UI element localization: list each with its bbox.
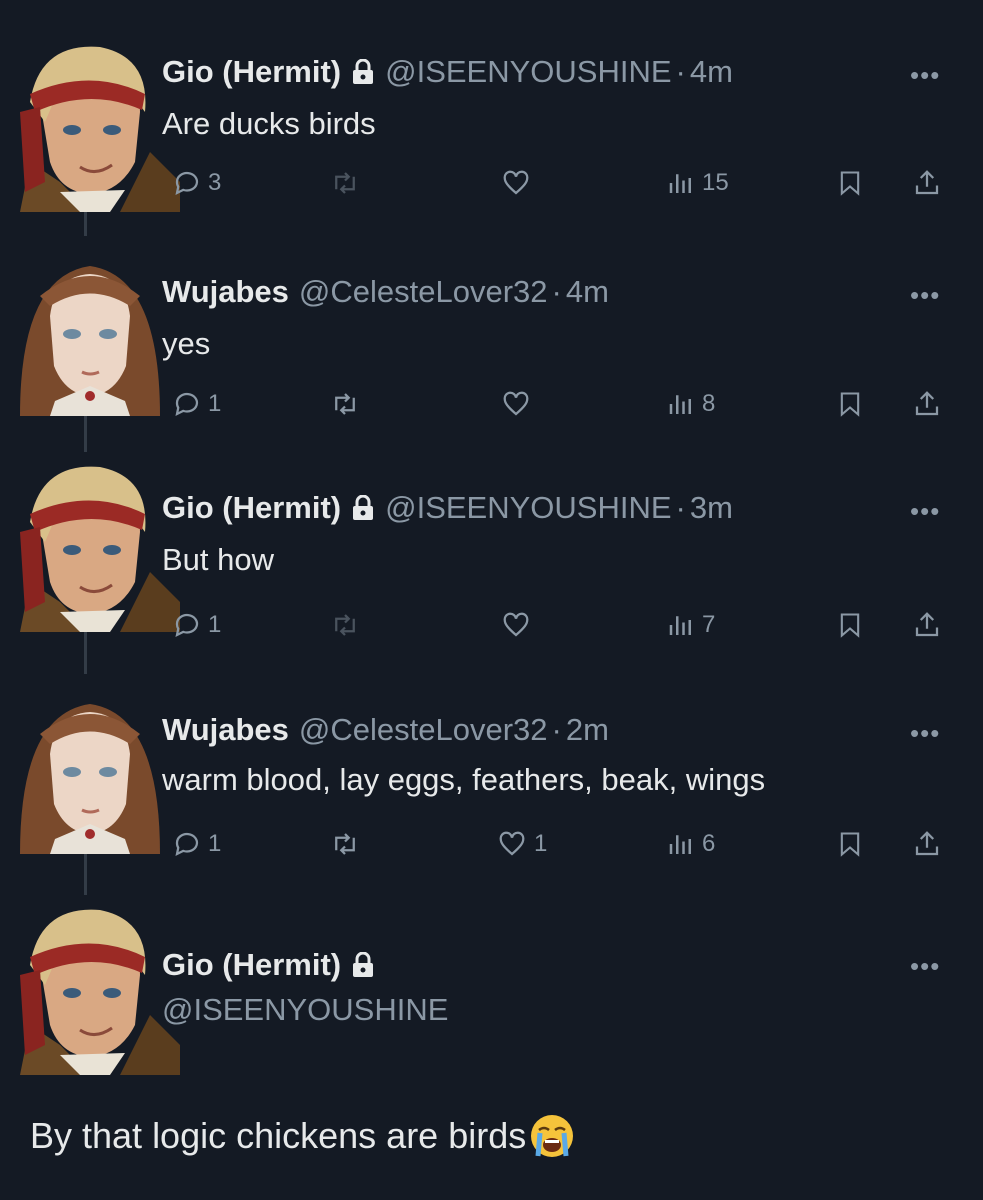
separator: · xyxy=(675,54,686,89)
views-button[interactable]: 7 xyxy=(666,610,715,640)
retweet-icon xyxy=(335,833,355,855)
share-icon xyxy=(915,391,939,416)
author-handle[interactable]: @CelesteLover32 xyxy=(299,274,548,310)
separator: · xyxy=(675,490,686,525)
like-count: 1 xyxy=(534,830,548,857)
avatar[interactable] xyxy=(0,452,180,632)
retweet-button[interactable] xyxy=(330,829,360,859)
like-button[interactable] xyxy=(500,168,532,198)
tweet-text: yes xyxy=(162,326,211,361)
author-handle[interactable]: @ISEENYOUSHINE xyxy=(162,992,448,1028)
avatar[interactable] xyxy=(0,895,180,1075)
more-icon[interactable]: ••• xyxy=(910,280,940,311)
more-icon[interactable]: ••• xyxy=(910,60,940,91)
reply-button[interactable]: 3 xyxy=(172,168,221,198)
heart-icon xyxy=(503,612,529,637)
retweet-button[interactable] xyxy=(330,389,360,419)
author-name[interactable]: Gio (Hermit) xyxy=(162,54,341,90)
more-icon[interactable]: ••• xyxy=(910,951,940,982)
lock-icon xyxy=(351,952,375,978)
reply-icon xyxy=(175,171,199,196)
bookmark-button[interactable] xyxy=(836,829,864,859)
views-icon xyxy=(669,616,691,635)
reply-icon xyxy=(175,613,199,638)
views-count: 6 xyxy=(702,830,716,857)
reply-button[interactable]: 1 xyxy=(172,829,221,859)
like-button[interactable] xyxy=(500,389,532,419)
bookmark-icon xyxy=(840,613,860,638)
author-handle[interactable]: @ISEENYOUSHINE xyxy=(385,54,671,90)
more-icon[interactable]: ••• xyxy=(910,718,940,749)
views-count: 15 xyxy=(702,169,729,196)
like-button[interactable] xyxy=(500,610,532,640)
views-button[interactable]: 8 xyxy=(666,389,715,419)
tweet-text: Are ducks birds xyxy=(162,106,376,141)
tweet[interactable]: Wujabes @CelesteLover32 · 2m ••• warm bl… xyxy=(0,674,983,857)
heart-icon xyxy=(499,831,525,856)
reply-count: 3 xyxy=(208,169,222,196)
timestamp[interactable]: 4m xyxy=(690,54,733,90)
draft-text-content: By that logic chickens are birds xyxy=(30,1115,527,1156)
retweet-icon xyxy=(335,393,355,415)
lock-icon xyxy=(351,59,375,85)
retweet-button[interactable] xyxy=(330,610,360,640)
tweet-text: warm blood, lay eggs, feathers, beak, wi… xyxy=(162,762,766,797)
share-button[interactable] xyxy=(912,168,942,198)
share-icon xyxy=(915,831,939,856)
loudly-crying-face-icon xyxy=(528,1112,576,1160)
heart-icon xyxy=(503,391,529,416)
share-icon xyxy=(915,612,939,637)
draft-reply[interactable]: Gio (Hermit) ••• xyxy=(0,895,983,1075)
author-handle[interactable]: @CelesteLover32 xyxy=(299,712,548,748)
bookmark-button[interactable] xyxy=(836,389,864,419)
views-icon xyxy=(669,395,691,414)
timestamp[interactable]: 4m xyxy=(566,274,609,310)
bookmark-icon xyxy=(840,392,860,417)
views-count: 8 xyxy=(702,390,716,417)
separator: · xyxy=(551,712,562,747)
lock-icon xyxy=(351,495,375,521)
timestamp[interactable]: 3m xyxy=(690,490,733,526)
share-icon xyxy=(915,170,939,195)
heart-icon xyxy=(503,170,529,195)
share-button[interactable] xyxy=(912,610,942,640)
tweet[interactable]: Wujabes @CelesteLover32 · 4m ••• yes 1 8 xyxy=(0,236,983,419)
author-name[interactable]: Gio (Hermit) xyxy=(162,947,341,983)
reply-count: 1 xyxy=(208,611,222,638)
draft-text[interactable]: By that logic chickens are birds xyxy=(30,1112,576,1160)
reply-icon xyxy=(175,832,199,857)
share-button[interactable] xyxy=(912,389,942,419)
views-button[interactable]: 15 xyxy=(666,168,729,198)
author-name[interactable]: Wujabes xyxy=(162,274,289,310)
timestamp[interactable]: 2m xyxy=(566,712,609,748)
views-icon xyxy=(669,835,691,854)
author-name[interactable]: Gio (Hermit) xyxy=(162,490,341,526)
reply-count: 1 xyxy=(208,390,222,417)
reply-count: 1 xyxy=(208,830,222,857)
bookmark-icon xyxy=(840,171,860,196)
share-button[interactable] xyxy=(912,829,942,859)
like-button[interactable]: 1 xyxy=(496,829,547,859)
views-count: 7 xyxy=(702,611,716,638)
bookmark-icon xyxy=(840,832,860,857)
reply-button[interactable]: 1 xyxy=(172,610,221,640)
avatar[interactable] xyxy=(0,674,180,854)
tweet[interactable]: Gio (Hermit) @ISEENYOUSHINE · 4m ••• Are… xyxy=(0,32,983,212)
tweet-text: But how xyxy=(162,542,275,577)
views-icon xyxy=(669,174,691,193)
bookmark-button[interactable] xyxy=(836,610,864,640)
more-icon[interactable]: ••• xyxy=(910,496,940,527)
reply-icon xyxy=(175,392,199,417)
separator: · xyxy=(551,274,562,309)
bookmark-button[interactable] xyxy=(836,168,864,198)
author-handle[interactable]: @ISEENYOUSHINE xyxy=(385,490,671,526)
views-button[interactable]: 6 xyxy=(666,829,715,859)
retweet-icon xyxy=(335,614,355,636)
retweet-button[interactable] xyxy=(330,168,360,198)
retweet-icon xyxy=(335,172,355,194)
reply-button[interactable]: 1 xyxy=(172,389,221,419)
tweet[interactable]: Gio (Hermit) @ISEENYOUSHINE · 3m ••• But… xyxy=(0,452,983,638)
author-name[interactable]: Wujabes xyxy=(162,712,289,748)
